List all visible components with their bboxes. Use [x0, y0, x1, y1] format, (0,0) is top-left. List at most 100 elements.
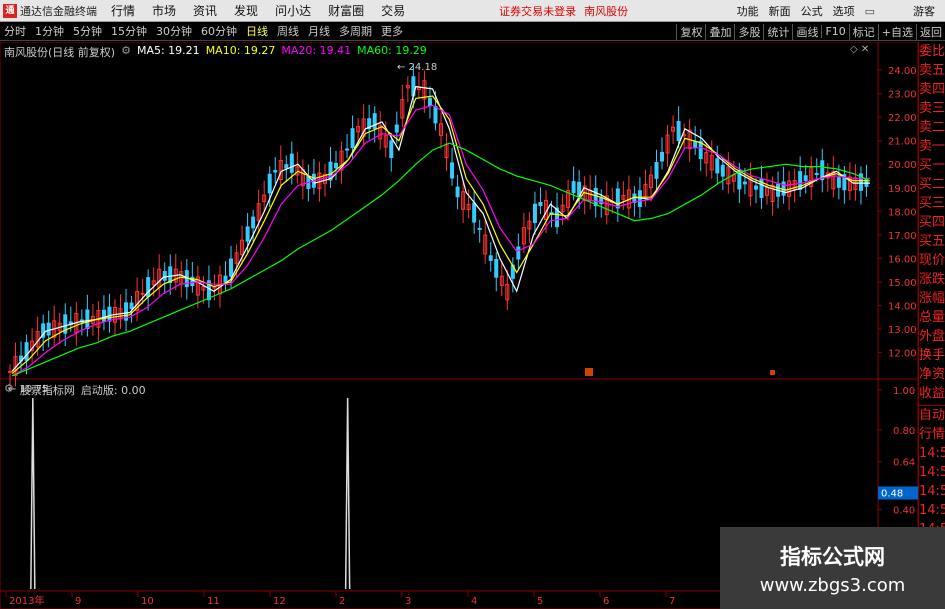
menu-news[interactable]: 资讯	[193, 2, 217, 19]
tick-item-1[interactable]: 行情	[919, 425, 945, 444]
candle-body-88	[494, 258, 499, 278]
candle-body-29	[168, 266, 173, 284]
candle-body-84	[472, 202, 477, 223]
menu-function[interactable]: 功能	[737, 3, 759, 19]
tool-button-5[interactable]: F10	[821, 25, 848, 38]
period-tab-10[interactable]: 更多	[381, 23, 403, 39]
kline-chart[interactable]: 24.0023.0022.0021.0020.0019.0018.0017.00…	[0, 42, 918, 609]
candle-body-43	[245, 226, 250, 242]
y-tick-label-6: 18.00	[888, 207, 917, 218]
candle-body-96	[538, 202, 543, 207]
quote-field-14: 总量	[919, 310, 945, 325]
x-tick-label-10: 7	[669, 596, 675, 607]
candle-body-50	[284, 164, 289, 169]
guest-label[interactable]: 游客	[913, 3, 935, 19]
quote-field-5: 卖一	[919, 139, 945, 154]
tool-button-6[interactable]: 标记	[848, 23, 878, 40]
x-tick-label-6: 3	[405, 596, 411, 607]
candle-body-129	[720, 164, 725, 177]
period-tab-3[interactable]: 15分钟	[111, 23, 147, 39]
period-tab-9[interactable]: 多周期	[339, 23, 372, 39]
candle-body-44	[251, 216, 256, 229]
candle-body-150	[836, 177, 841, 188]
menu-discover[interactable]: 发现	[234, 2, 258, 19]
period-tab-7[interactable]: 周线	[277, 23, 299, 39]
y-tick-label-12: 12.00	[888, 348, 917, 359]
watermark-url: www.zbgs3.com	[759, 575, 906, 596]
candle-body-66	[372, 113, 377, 130]
candle-body-18	[107, 306, 112, 322]
candle-body-40	[229, 258, 234, 277]
period-tab-2[interactable]: 5分钟	[73, 23, 102, 39]
period-tab-0[interactable]: 分时	[4, 23, 26, 39]
menu-options[interactable]: 选项	[833, 3, 855, 19]
chart-tools: 复权 叠加 多股 统计 画线 F10 标记 +自选 返回	[676, 22, 945, 41]
candle-body-133	[742, 181, 747, 185]
period-tab-6[interactable]: 日线	[246, 23, 268, 39]
quote-field-10: 买五	[919, 234, 945, 249]
candle-body-47	[267, 173, 272, 194]
y-tick-label-1: 23.00	[888, 90, 917, 101]
tick-item-2: 14:50	[919, 446, 945, 461]
candle-body-14	[85, 309, 90, 330]
candle-body-95	[532, 203, 537, 224]
tool-button-4[interactable]: 画线	[792, 23, 821, 40]
tick-item-0[interactable]: 自动	[919, 406, 945, 425]
tool-button-0[interactable]: 复权	[676, 23, 705, 40]
tick-item-5: 14:50	[919, 503, 945, 518]
x-tick-label-0: 2013年	[9, 594, 44, 607]
tool-button-1[interactable]: 叠加	[705, 23, 734, 40]
watermark-title: 指标公式网	[780, 545, 885, 569]
quote-field-18: 收益	[919, 386, 945, 401]
x-tick-label-7: 4	[471, 596, 477, 607]
candle-body-128	[715, 158, 720, 174]
app-logo-icon: 通	[3, 3, 17, 18]
x-tick-label-5: 2	[339, 596, 345, 607]
candle-body-48	[273, 169, 278, 173]
x-tick-label-3: 11	[207, 596, 220, 607]
period-tab-5[interactable]: 60分钟	[201, 23, 237, 39]
period-tab-8[interactable]: 月线	[308, 23, 330, 39]
candle-body-135	[753, 185, 758, 190]
menu-quotes[interactable]: 行情	[111, 2, 135, 19]
menu-right-group: 功能 新面 公式 选项 ▭ 游客	[737, 0, 945, 22]
menu-wealth[interactable]: 财富圈	[328, 2, 364, 19]
y-tick-label-5: 19.00	[888, 184, 917, 195]
candle-body-125	[698, 140, 703, 160]
login-status[interactable]: 证券交易未登录	[499, 3, 576, 19]
menu-formula[interactable]: 公式	[801, 3, 823, 19]
quote-field-8: 买三	[919, 196, 945, 211]
quote-field-7: 买二	[919, 177, 945, 192]
y-tick-label-4: 20.00	[888, 160, 917, 171]
quote-field-0: 委比	[919, 44, 945, 59]
candle-body-146	[814, 172, 819, 175]
period-tab-4[interactable]: 30分钟	[156, 23, 192, 39]
quote-field-6: 买一	[919, 158, 945, 173]
candle-body-7	[46, 322, 51, 336]
menu-ask[interactable]: 问小达	[275, 2, 311, 19]
candle-body-81	[455, 186, 460, 198]
candle-body-144	[803, 175, 808, 181]
x-tick-label-4: 12	[273, 596, 286, 607]
y-tick-label-9: 15.00	[888, 278, 917, 289]
candle-body-77	[433, 105, 438, 124]
candle-body-121	[676, 121, 681, 142]
quote-field-3: 卖三	[919, 101, 945, 116]
candle-body-117	[654, 162, 659, 179]
menu-trade[interactable]: 交易	[381, 2, 405, 19]
tick-item-4: 14:50	[919, 484, 945, 499]
tool-button-3[interactable]: 统计	[763, 23, 792, 40]
menu-market[interactable]: 市场	[152, 2, 176, 19]
sub-tick-label-4: 0.40	[893, 505, 915, 516]
candle-body-51	[289, 153, 294, 173]
event-marker-1	[585, 368, 593, 376]
period-tabs: 分时 1分钟 5分钟 15分钟 30分钟 60分钟 日线 周线 月线 多周期 更多	[0, 23, 412, 39]
period-tab-1[interactable]: 1分钟	[35, 23, 64, 39]
high-price-label: ← 24.18	[397, 62, 437, 73]
tool-button-2[interactable]: 多股	[734, 23, 763, 40]
menu-box-icon[interactable]: ▭	[865, 5, 875, 18]
candle-body-62	[350, 128, 355, 149]
menu-new-page[interactable]: 新面	[769, 3, 791, 19]
tool-button-8[interactable]: 返回	[916, 23, 945, 40]
tool-button-7[interactable]: +自选	[877, 23, 916, 40]
